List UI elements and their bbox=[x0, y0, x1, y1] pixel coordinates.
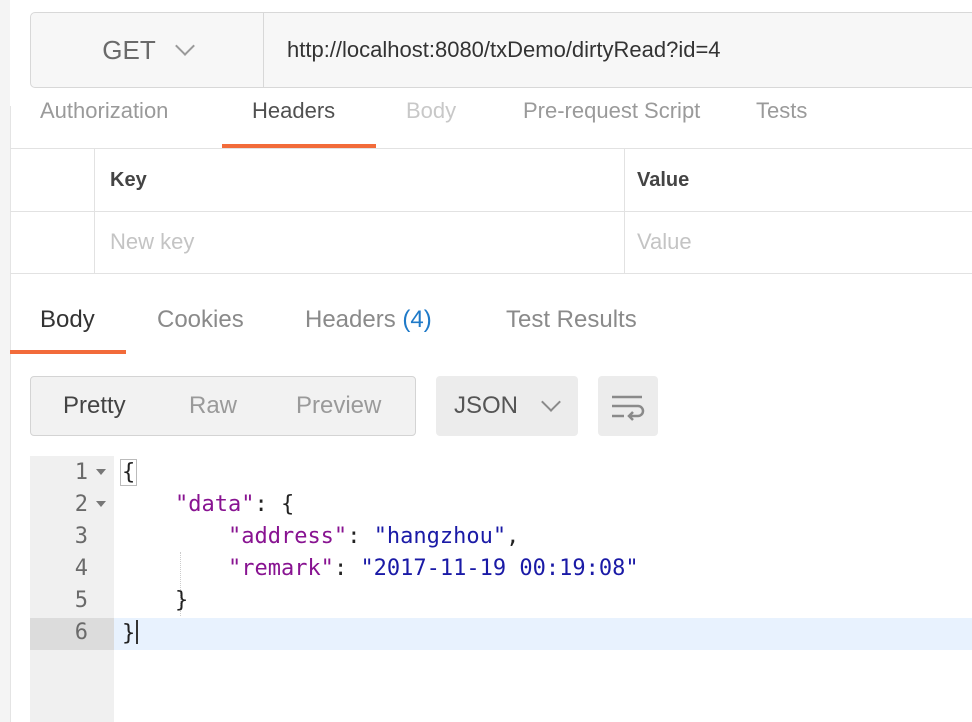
line-number: 3 bbox=[74, 524, 88, 549]
response-tab-headers[interactable]: Headers (4) bbox=[305, 306, 432, 334]
response-body-editor[interactable]: 1 { 2 "data": { 3 "address": "hangzhou",… bbox=[30, 456, 972, 722]
json-string: "2017-11-19 00:19:08" bbox=[360, 556, 639, 581]
value-column-header: Value bbox=[637, 168, 690, 191]
code-text: } bbox=[122, 588, 188, 613]
table-header-row: Key Value bbox=[10, 149, 972, 212]
response-tab-headers-label: Headers bbox=[305, 306, 396, 333]
url-bar: GET http://localhost:8080/txDemo/dirtyRe… bbox=[30, 12, 972, 88]
response-tabs: Body Cookies Headers (4) Test Results bbox=[10, 274, 972, 354]
json-punct: , bbox=[506, 524, 520, 549]
chevron-down-icon bbox=[174, 36, 195, 56]
code-line: 4 "remark": "2017-11-19 00:19:08" bbox=[30, 554, 972, 586]
format-select[interactable]: JSON bbox=[436, 376, 578, 436]
code-line: 3 "address": "hangzhou", bbox=[30, 522, 972, 554]
line-number: 4 bbox=[74, 556, 88, 581]
line-number-cell: 5 bbox=[30, 586, 114, 618]
response-tab-body[interactable]: Body bbox=[40, 306, 95, 334]
chevron-down-icon bbox=[541, 392, 561, 412]
code-line: 2 "data": { bbox=[30, 490, 972, 522]
fold-arrow-icon[interactable] bbox=[96, 501, 106, 507]
response-tab-test-results[interactable]: Test Results bbox=[506, 306, 637, 334]
request-tabs: Authorization Headers Body Pre-request S… bbox=[10, 88, 972, 149]
line-number-cell: 6 bbox=[30, 618, 114, 650]
pretty-button[interactable]: Pretty bbox=[63, 377, 126, 435]
method-select[interactable]: GET bbox=[31, 13, 264, 87]
raw-button[interactable]: Raw bbox=[189, 377, 237, 435]
line-number-cell: 1 bbox=[30, 458, 114, 490]
json-key: "data" bbox=[174, 492, 255, 517]
line-number-cell: 4 bbox=[30, 554, 114, 586]
json-string: "hangzhou" bbox=[373, 524, 507, 549]
code-line: 1 { bbox=[30, 458, 972, 490]
tab-pre-request-script[interactable]: Pre-request Script bbox=[523, 98, 700, 124]
code-line: 5 } bbox=[30, 586, 972, 618]
json-punct: } bbox=[174, 588, 189, 613]
checkbox-column bbox=[10, 149, 95, 211]
text-cursor bbox=[136, 620, 139, 644]
view-mode-group: Pretty Raw Preview bbox=[30, 376, 416, 436]
line-number-cell: 3 bbox=[30, 522, 114, 554]
new-value-input[interactable]: Value bbox=[625, 211, 972, 273]
format-label: JSON bbox=[454, 392, 519, 419]
table-row: New key Value bbox=[10, 211, 972, 274]
new-key-input[interactable]: New key bbox=[94, 211, 625, 273]
row-checkbox-cell[interactable] bbox=[10, 211, 95, 273]
response-tab-cookies[interactable]: Cookies bbox=[157, 306, 244, 334]
json-punct: : bbox=[333, 556, 361, 581]
preview-button[interactable]: Preview bbox=[296, 377, 381, 435]
method-label: GET bbox=[102, 34, 156, 65]
code-text: { bbox=[120, 459, 138, 486]
matched-brace: { bbox=[120, 459, 138, 486]
key-column-header: Key bbox=[94, 149, 625, 211]
wrap-lines-icon bbox=[612, 395, 645, 421]
active-tab-indicator bbox=[222, 144, 376, 148]
wrap-lines-button[interactable] bbox=[598, 376, 658, 436]
line-number: 6 bbox=[74, 620, 88, 645]
headers-table: Key Value New key Value bbox=[10, 149, 972, 274]
code-text: "remark": "2017-11-19 00:19:08" bbox=[122, 556, 639, 581]
tab-authorization[interactable]: Authorization bbox=[40, 98, 168, 124]
headers-count-badge: (4) bbox=[402, 306, 432, 333]
json-punct: : { bbox=[254, 492, 295, 517]
json-key: "address" bbox=[227, 524, 348, 549]
tab-tests[interactable]: Tests bbox=[756, 98, 807, 124]
json-punct: : bbox=[347, 524, 374, 549]
code-line-active: 6 } bbox=[30, 618, 972, 650]
json-key: "remark" bbox=[227, 556, 334, 581]
line-number-cell: 2 bbox=[30, 490, 114, 522]
tab-headers[interactable]: Headers bbox=[252, 98, 335, 124]
code-text: "address": "hangzhou", bbox=[122, 524, 519, 549]
line-number: 5 bbox=[74, 588, 88, 613]
line-number: 2 bbox=[74, 492, 88, 517]
fold-arrow-icon[interactable] bbox=[96, 469, 106, 475]
code-text: "data": { bbox=[122, 492, 294, 517]
line-number: 1 bbox=[74, 460, 88, 485]
json-punct: } bbox=[122, 621, 136, 646]
url-input[interactable]: http://localhost:8080/txDemo/dirtyRead?i… bbox=[287, 13, 721, 87]
active-response-tab-indicator bbox=[10, 350, 126, 354]
code-text: } bbox=[122, 620, 139, 646]
tab-body[interactable]: Body bbox=[406, 98, 456, 124]
